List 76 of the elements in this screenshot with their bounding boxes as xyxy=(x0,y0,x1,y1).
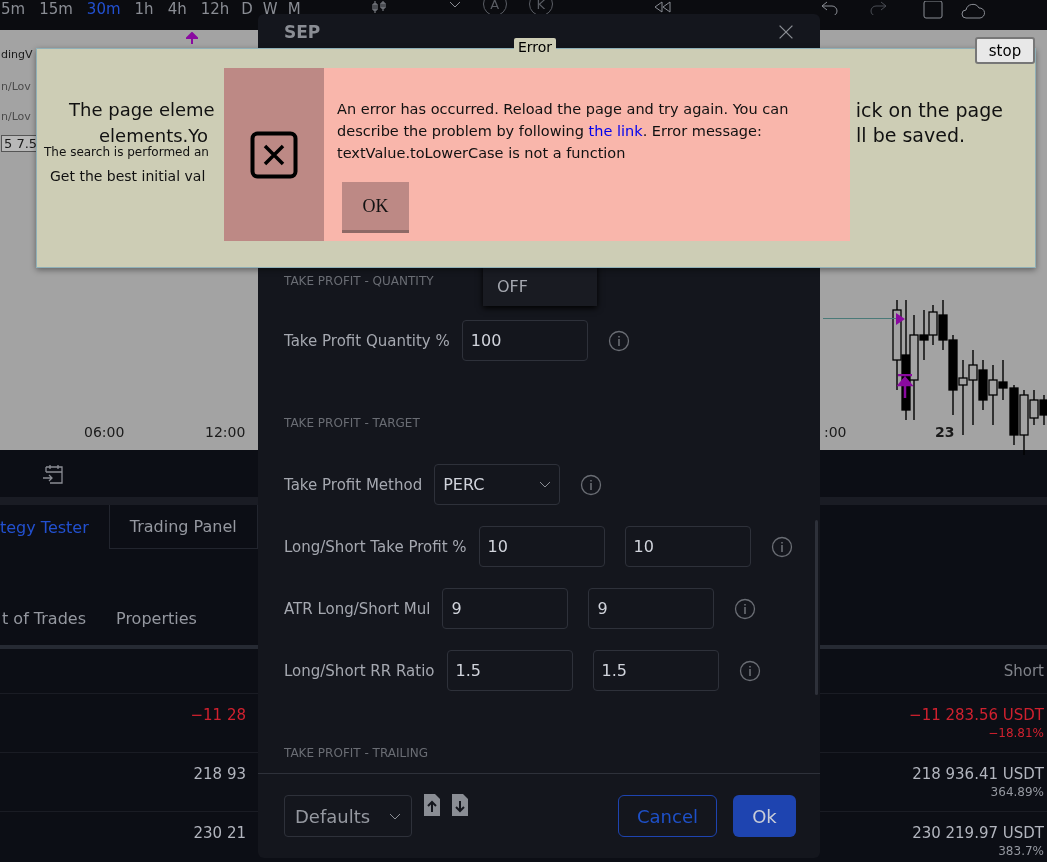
info-icon[interactable] xyxy=(580,473,603,496)
rewind-icon[interactable] xyxy=(652,1,671,13)
field-label: Take Profit Quantity % xyxy=(284,331,450,350)
interval-tab[interactable]: 4h xyxy=(167,0,187,19)
table-cell: 383.7% xyxy=(998,844,1044,858)
help-link[interactable]: the link xyxy=(588,123,643,139)
table-cell: −11 283.56 USDT xyxy=(909,706,1044,724)
info-icon[interactable] xyxy=(770,535,793,558)
input-field[interactable]: 100 xyxy=(461,320,588,361)
chart-type-icon[interactable] xyxy=(370,1,389,15)
interval-tab[interactable]: 1h xyxy=(134,0,154,19)
section-title: TAKE PROFIT - TRAILING xyxy=(284,746,429,760)
table-cell: −18.81% xyxy=(988,726,1044,740)
time-axis-label: :00 xyxy=(824,424,847,440)
triangle-marker-icon xyxy=(896,313,905,325)
notice-text: ick on the page xyxy=(855,100,1003,121)
input-field[interactable]: 9 xyxy=(442,588,569,629)
chevron-icon xyxy=(539,481,552,488)
field-label: Long/Short RR Ratio xyxy=(284,661,435,680)
interval-tab[interactable]: D xyxy=(241,0,253,19)
input-field[interactable]: 1.5 xyxy=(446,650,573,691)
table-cell: 218 936.41 USDT xyxy=(912,765,1044,783)
table-cell: 364.89% xyxy=(990,785,1044,799)
close-icon[interactable] xyxy=(778,24,794,40)
close-box-icon xyxy=(250,130,298,179)
input-field[interactable]: 10 xyxy=(478,526,605,567)
panel-tab[interactable]: Trading Panel xyxy=(108,505,258,549)
ok-button[interactable]: OK xyxy=(342,182,409,233)
input-field[interactable]: 1.5 xyxy=(592,650,719,691)
subtab[interactable]: t of Trades xyxy=(2,609,86,641)
upload-file-icon[interactable] xyxy=(424,794,440,816)
stop-button[interactable]: stop xyxy=(975,37,1035,64)
candle xyxy=(928,304,938,346)
input-field[interactable]: 10 xyxy=(624,526,751,567)
dialog-title: SEP xyxy=(284,22,321,42)
time-axis-label: 06:00 xyxy=(84,424,125,440)
legend-text: n/Lov xyxy=(1,80,31,93)
calendar-icon[interactable] xyxy=(42,462,64,485)
chevron-icon xyxy=(389,812,401,820)
notice-text: Get the best initial val xyxy=(50,168,206,185)
input-field[interactable]: 9 xyxy=(588,588,715,629)
info-icon[interactable] xyxy=(734,597,757,620)
time-axis-label: 23 xyxy=(935,424,955,440)
table-cell-text: 218 93 xyxy=(192,764,246,785)
arrow-up-icon xyxy=(186,32,198,44)
notice-text: ll be saved. xyxy=(856,124,965,146)
notice-text: elements.Yo xyxy=(99,125,208,146)
preset-select[interactable]: Defaults xyxy=(284,795,412,837)
notice-text: The page eleme xyxy=(69,100,215,120)
time-axis-label: 12:00 xyxy=(205,424,246,440)
table-cell: 230 219.97 USDT xyxy=(912,824,1044,842)
field-label: ATR Long/Short Mul xyxy=(284,599,431,618)
table-cell-text: 230 21 xyxy=(192,823,246,844)
interval-tab[interactable]: 5m xyxy=(1,0,26,19)
select-field[interactable]: PERC xyxy=(434,464,561,505)
info-icon[interactable] xyxy=(607,329,630,352)
undo-icon[interactable] xyxy=(820,1,839,15)
info-icon[interactable] xyxy=(738,659,761,682)
legend-text: n/Lov xyxy=(1,110,31,123)
ok-button[interactable]: Ok xyxy=(733,795,796,837)
interval-tab[interactable]: 15m xyxy=(39,0,73,19)
interval-tab[interactable]: 12h xyxy=(200,0,230,19)
download-file-icon[interactable] xyxy=(452,794,468,816)
subtab[interactable]: Properties xyxy=(116,609,197,641)
cloud-icon[interactable] xyxy=(960,1,985,19)
notice-text: The search is performed an xyxy=(44,145,209,159)
section-title: TAKE PROFIT - TARGET xyxy=(284,416,420,430)
field-label: Take Profit Method xyxy=(284,475,423,494)
legend-text: dingV xyxy=(1,48,33,61)
chevron-icon[interactable] xyxy=(448,1,461,9)
section-title: TAKE PROFIT - QUANTITY xyxy=(284,274,434,288)
arrow-up-icon xyxy=(897,374,913,398)
field-label: Long/Short Take Profit % xyxy=(284,537,467,556)
table-cell-text: −11 28 xyxy=(189,705,246,726)
column-header: Short xyxy=(1003,662,1044,680)
error-message: An error has occurred. Reload the page and try again. You can describe the problem by following the link. Error message: textValue.toLowerCase is not a function xyxy=(337,100,790,163)
